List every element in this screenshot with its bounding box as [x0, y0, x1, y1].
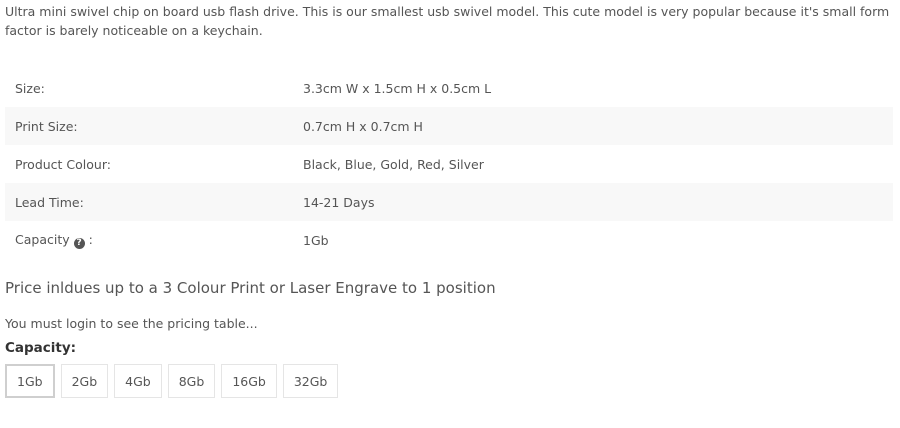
- spec-value: Black, Blue, Gold, Red, Silver: [303, 156, 484, 172]
- spec-value: 1Gb: [303, 232, 329, 248]
- product-description: Ultra mini swivel chip on board usb flas…: [5, 4, 890, 38]
- login-message: You must login to see the pricing table.…: [5, 316, 258, 331]
- spec-key: Product Colour:: [15, 156, 111, 172]
- spec-value: 0.7cm H x 0.7cm H: [293, 107, 893, 145]
- capacity-options: 1Gb 2Gb 4Gb 8Gb 16Gb 32Gb: [5, 364, 339, 398]
- spec-key: Lead Time:: [5, 183, 293, 221]
- capacity-option-2gb[interactable]: 2Gb: [60, 364, 109, 398]
- product-details: Ultra mini swivel chip on board usb flas…: [0, 0, 900, 428]
- spec-row-capacity: Capacity? : 1Gb: [5, 221, 893, 259]
- spec-row-size: Size: 3.3cm W x 1.5cm H x 0.5cm L: [5, 69, 893, 107]
- price-note: Price inldues up to a 3 Colour Print or …: [5, 279, 496, 297]
- spec-value: 14-21 Days: [293, 183, 893, 221]
- spec-key: Print Size:: [5, 107, 293, 145]
- capacity-option-32gb[interactable]: 32Gb: [282, 364, 339, 398]
- spec-key-capacity: Capacity? :: [5, 221, 293, 259]
- spec-value: 3.3cm W x 1.5cm H x 0.5cm L: [303, 80, 492, 96]
- spec-row-lead-time: Lead Time: 14-21 Days: [5, 183, 893, 221]
- spec-key-suffix: :: [88, 231, 93, 247]
- capacity-option-4gb[interactable]: 4Gb: [114, 364, 162, 398]
- spec-row-print-size: Print Size: 0.7cm H x 0.7cm H: [5, 107, 893, 145]
- capacity-option-16gb[interactable]: 16Gb: [221, 364, 277, 398]
- spec-table: Size: 3.3cm W x 1.5cm H x 0.5cm L Print …: [5, 69, 893, 259]
- spec-key: Capacity: [15, 231, 70, 247]
- spec-row-product-colour: Product Colour: Black, Blue, Gold, Red, …: [5, 145, 893, 183]
- question-circle-icon[interactable]: ?: [73, 237, 85, 249]
- capacity-option-1gb[interactable]: 1Gb: [5, 364, 55, 398]
- spec-key: Size:: [15, 80, 45, 96]
- capacity-label: Capacity:: [5, 340, 77, 356]
- capacity-option-8gb[interactable]: 8Gb: [167, 364, 216, 398]
